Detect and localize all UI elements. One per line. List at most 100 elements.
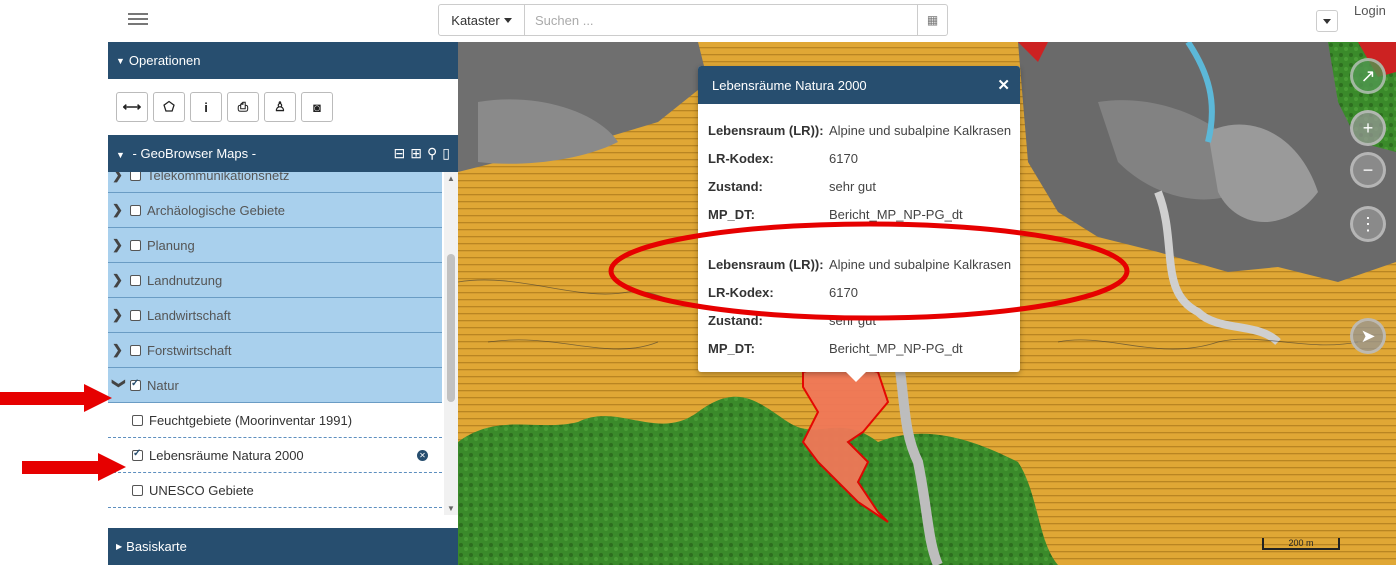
info-icon[interactable]: i	[190, 92, 222, 122]
popup-row: MP_DT: Bericht_MP_NP-PG_dt	[698, 334, 1020, 362]
field-value: Bericht_MP_NP-PG_dt	[829, 340, 963, 356]
remove-layer-icon[interactable]: ✕	[417, 449, 428, 461]
maps-panel-header[interactable]: ▼ - GeoBrowser Maps - ⊟ ⊞ ⚲ ▯	[108, 135, 458, 172]
caret-down-icon: ▼	[116, 55, 125, 66]
popup-tail	[846, 372, 866, 382]
field-label: MP_DT:	[708, 206, 755, 222]
checkbox[interactable]	[132, 414, 143, 426]
more-options-icon[interactable]: ⋮	[1350, 206, 1386, 242]
popup-row: MP_DT: Bericht_MP_NP-PG_dt	[698, 200, 1020, 228]
feature-info-popup: Lebensräume Natura 2000 ✕ Lebensraum (LR…	[698, 66, 1020, 382]
layer-list: ❯ Telekommunikationsnetz ❯ Archäologische …	[108, 172, 458, 515]
locate-icon[interactable]: ➤	[1350, 318, 1386, 354]
sublayer-unesco-gebiete[interactable]: UNESCO Gebiete	[108, 473, 442, 508]
caret-down-icon	[503, 17, 512, 23]
popup-row: LR-Kodex: 6170	[698, 278, 1020, 306]
layer-label: Telekommunikationsnetz	[147, 172, 290, 183]
scrollbar-thumb[interactable]	[447, 254, 455, 402]
field-label: Zustand:	[708, 312, 763, 328]
chevron-right-icon: ❯	[112, 342, 123, 357]
sublayer-lebensraeume-natura-2000[interactable]: Lebensräume Natura 2000 ✕	[108, 438, 442, 473]
layer-landnutzung[interactable]: ❯ Landnutzung	[108, 263, 442, 298]
popup-row: LR-Kodex: 6170	[698, 144, 1020, 172]
layer-landwirtschaft[interactable]: ❯ Landwirtschaft	[108, 298, 442, 333]
sublayer-label: Lebensräume Natura 2000	[149, 447, 304, 463]
chevron-right-icon: ❯	[112, 202, 123, 217]
operations-panel-header[interactable]: ▼ Operationen	[108, 42, 458, 79]
checkbox[interactable]	[130, 378, 141, 391]
top-bar: Kataster ▦ Login	[0, 0, 1396, 42]
basemap-panel-header[interactable]: ▶ Basiskarte	[108, 528, 458, 565]
chevron-right-icon: ❯	[112, 172, 123, 182]
polygon-icon[interactable]: ⬠	[153, 92, 185, 122]
chevron-right-icon: ❯	[112, 237, 123, 252]
chevron-right-icon: ❯	[112, 307, 123, 322]
layer-label: Natur	[147, 377, 179, 393]
user-dropdown-button[interactable]	[1316, 10, 1338, 32]
scale-bar: 200 m	[1262, 538, 1340, 550]
field-value: sehr gut	[829, 312, 876, 328]
login-link[interactable]: Login	[1354, 3, 1386, 18]
checkbox[interactable]	[132, 448, 143, 461]
layer-label: Forstwirtschaft	[147, 342, 232, 358]
popup-row: Lebensraum (LR)): Alpine und subalpine Ka…	[698, 116, 1020, 144]
scroll-up-icon[interactable]: ▲	[447, 174, 455, 183]
checkbox[interactable]	[130, 274, 141, 286]
zoom-out-icon[interactable]: −	[1350, 152, 1386, 188]
field-value: 6170	[829, 284, 858, 300]
layer-forstwirtschaft[interactable]: ❯ Forstwirtschaft	[108, 333, 442, 368]
popup-row: Lebensraum (LR)): Alpine und subalpine Ka…	[698, 250, 1020, 278]
field-value: 6170	[829, 150, 858, 166]
hamburger-menu-icon[interactable]	[128, 10, 148, 28]
checkbox[interactable]	[130, 204, 141, 216]
field-label: LR-Kodex:	[708, 284, 774, 300]
field-label: Zustand:	[708, 178, 763, 194]
popup-body: Lebensraum (LR)): Alpine und subalpine Ka…	[698, 104, 1020, 362]
checkbox[interactable]	[130, 344, 141, 356]
scroll-down-icon[interactable]: ▼	[447, 504, 455, 513]
expand-all-icon[interactable]: ⊞	[410, 145, 422, 162]
field-label: LR-Kodex:	[708, 150, 774, 166]
basemap-title: Basiskarte	[126, 539, 187, 554]
search-scope-dropdown[interactable]: Kataster	[439, 5, 525, 35]
field-value: Bericht_MP_NP-PG_dt	[829, 206, 963, 222]
layer-label: Archäologische Gebiete	[147, 202, 286, 218]
layer-natur[interactable]: ❯ Natur	[108, 368, 442, 403]
layer-archaeologische-gebiete[interactable]: ❯ Archäologische Gebiete	[108, 193, 442, 228]
field-label: Lebensraum (LR)):	[708, 256, 824, 272]
field-value: sehr gut	[829, 178, 876, 194]
table-icon[interactable]: ▦	[917, 5, 947, 35]
collapse-all-icon[interactable]: ⊟	[394, 145, 406, 162]
zoom-in-icon[interactable]: +	[1350, 110, 1386, 146]
layer-label: Landnutzung	[147, 272, 223, 288]
layer-telekommunikationsnetz[interactable]: ❯ Telekommunikationsnetz	[108, 172, 442, 193]
print-icon[interactable]: ⎙	[227, 92, 259, 122]
map-icon[interactable]: ▯	[442, 145, 450, 162]
field-value: Alpine und subalpine Kalkrasen	[829, 122, 1012, 138]
sublayer-feuchtgebiete[interactable]: Feuchtgebiete (Moorinventar 1991)	[108, 403, 442, 438]
operations-title: Operationen	[128, 53, 201, 68]
caret-right-icon: ▶	[116, 542, 123, 551]
checkbox[interactable]	[132, 484, 143, 496]
search-input[interactable]	[525, 5, 917, 35]
measure-icon[interactable]: ⟷	[116, 92, 148, 122]
layer-label: Planung	[147, 237, 195, 253]
checkbox[interactable]	[130, 172, 141, 181]
layer-list-scrollbar[interactable]: ▲ ▼	[444, 172, 458, 515]
checkbox[interactable]	[130, 309, 141, 321]
compass-icon[interactable]: ↗	[1350, 58, 1386, 94]
layer-planung[interactable]: ❯ Planung	[108, 228, 442, 263]
camera-icon[interactable]: ◙	[301, 92, 333, 122]
checkbox[interactable]	[130, 239, 141, 251]
sublayer-label: Feuchtgebiete (Moorinventar 1991)	[149, 412, 353, 428]
street-view-icon[interactable]: ♙	[264, 92, 296, 122]
popup-row: Zustand: sehr gut	[698, 172, 1020, 200]
popup-header: Lebensräume Natura 2000 ✕	[698, 66, 1020, 104]
maps-title: - GeoBrowser Maps -	[132, 146, 257, 161]
layer-label: Landwirtschaft	[147, 307, 231, 323]
field-value: Alpine und subalpine Kalkrasen	[829, 256, 1012, 272]
search-icon[interactable]: ⚲	[427, 145, 437, 162]
popup-row: Zustand: sehr gut	[698, 306, 1020, 334]
sublayer-label: UNESCO Gebiete	[149, 482, 254, 498]
close-icon[interactable]: ✕	[997, 76, 1010, 94]
